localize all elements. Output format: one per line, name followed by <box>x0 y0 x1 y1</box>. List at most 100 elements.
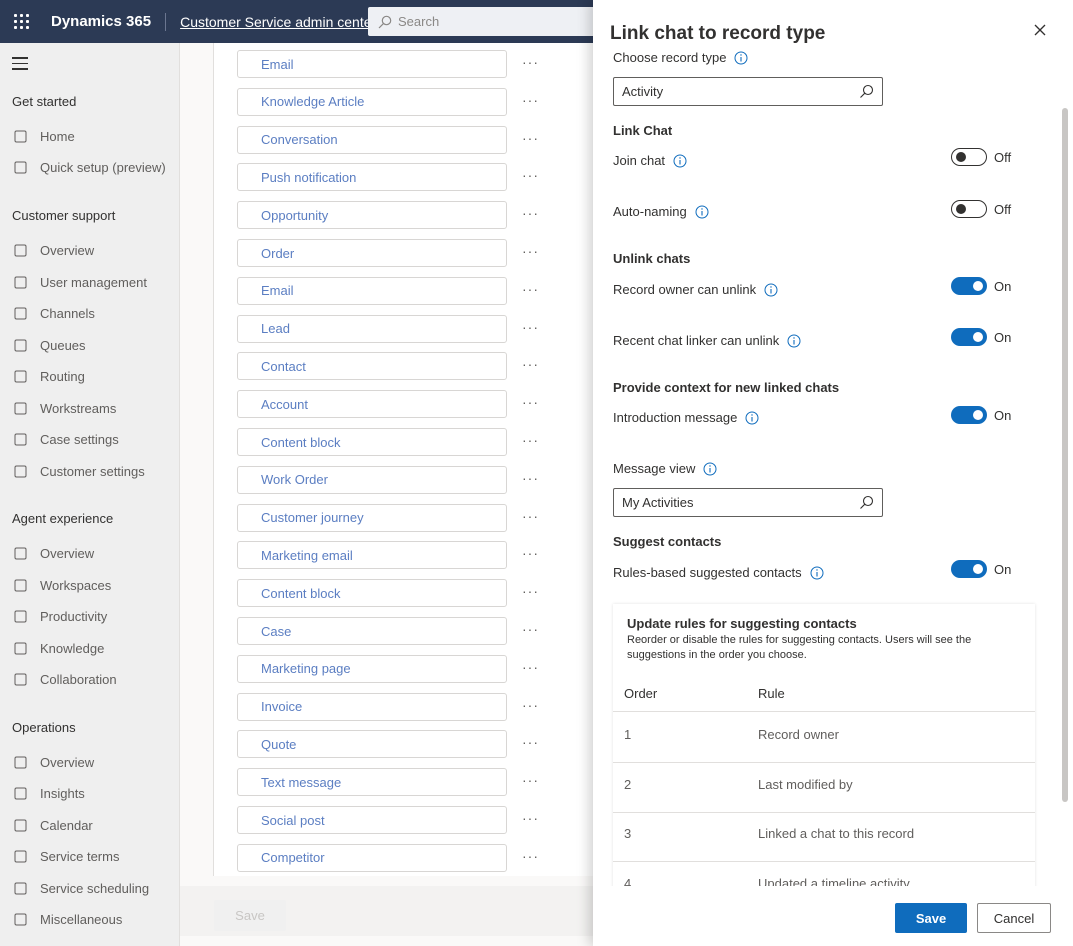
info-icon[interactable] <box>745 411 759 425</box>
app-name-link[interactable]: Customer Service admin center <box>166 14 376 30</box>
record-type-item[interactable]: Customer journey <box>237 503 507 532</box>
record-type-item[interactable]: Contact <box>237 352 507 381</box>
close-icon[interactable] <box>1032 22 1048 38</box>
save-button[interactable]: Save <box>895 903 967 933</box>
nav-item-ae-4[interactable]: Collaboration <box>12 669 117 689</box>
more-options-icon[interactable]: ··· <box>522 622 540 643</box>
more-options-icon[interactable]: ··· <box>522 131 540 152</box>
rule-row[interactable]: 2 Last modified by <box>613 763 1035 813</box>
nav-item-cs-2[interactable]: Channels <box>12 303 95 323</box>
record-type-item[interactable]: Email <box>237 276 507 305</box>
more-options-icon[interactable]: ··· <box>522 849 540 870</box>
rule-row[interactable]: 1 Record owner <box>613 713 1035 763</box>
more-options-icon[interactable]: ··· <box>522 811 540 832</box>
record-type-item[interactable]: Marketing page <box>237 654 507 683</box>
more-options-icon[interactable]: ··· <box>522 93 540 114</box>
nav-item-op-3[interactable]: Service terms <box>12 846 119 866</box>
info-icon[interactable] <box>695 205 709 219</box>
message-view-lookup[interactable]: My Activities <box>613 488 883 517</box>
record-type-item[interactable]: Lead <box>237 314 507 343</box>
record-type-item[interactable]: Quote <box>237 730 507 759</box>
nav-item-op-2[interactable]: Calendar <box>12 815 93 835</box>
info-icon[interactable] <box>787 334 801 348</box>
record-type-item[interactable]: Email <box>237 50 507 78</box>
nav-item-ae-1[interactable]: Workspaces <box>12 575 111 595</box>
search-icon[interactable] <box>859 84 874 99</box>
nav-item-cs-0[interactable]: Overview <box>12 240 94 260</box>
nav-item-cs-6[interactable]: Case settings <box>12 429 119 449</box>
record-type-item[interactable]: Work Order <box>237 465 507 494</box>
nav-item-op-0[interactable]: Overview <box>12 752 94 772</box>
hamburger-menu-icon[interactable] <box>12 57 28 74</box>
rule-row[interactable]: 3 Linked a chat to this record <box>613 812 1035 862</box>
record-type-item[interactable]: Content block <box>237 579 507 608</box>
more-options-icon[interactable]: ··· <box>522 660 540 681</box>
brand-title[interactable]: Dynamics 365 <box>43 12 167 31</box>
record-type-item[interactable]: Text message <box>237 768 507 797</box>
record-type-item[interactable]: Opportunity <box>237 201 507 230</box>
more-options-icon[interactable]: ··· <box>522 395 540 416</box>
record-type-item[interactable]: Push notification <box>237 163 507 192</box>
cancel-button[interactable]: Cancel <box>977 903 1051 933</box>
more-options-icon[interactable]: ··· <box>522 773 540 794</box>
record-type-item[interactable]: Content block <box>237 428 507 456</box>
info-icon[interactable] <box>734 51 748 65</box>
more-options-icon[interactable]: ··· <box>522 168 540 189</box>
info-icon[interactable] <box>810 566 824 580</box>
order-column-header[interactable]: Order <box>624 686 657 701</box>
more-options-icon[interactable]: ··· <box>522 320 540 341</box>
nav-item-ae-0[interactable]: Overview <box>12 543 94 563</box>
nav-item-home[interactable]: Home <box>12 126 75 146</box>
nav-item-quick-setup[interactable]: Quick setup (preview) <box>12 157 166 177</box>
join-chat-toggle[interactable] <box>951 148 987 166</box>
more-options-icon[interactable]: ··· <box>522 433 540 454</box>
nav-item-ae-3[interactable]: Knowledge <box>12 638 104 658</box>
record-owner-unlink-toggle[interactable] <box>951 277 987 295</box>
nav-item-op-4[interactable]: Service scheduling <box>12 878 149 898</box>
intro-message-toggle[interactable] <box>951 406 987 424</box>
more-options-icon[interactable]: ··· <box>522 471 540 492</box>
nav-item-cs-5[interactable]: Workstreams <box>12 398 116 418</box>
nav-item-op-5[interactable]: Miscellaneous <box>12 909 122 929</box>
nav-item-op-1[interactable]: Insights <box>12 783 85 803</box>
panel-scrollbar[interactable] <box>1062 108 1068 802</box>
auto-naming-toggle[interactable] <box>951 200 987 218</box>
record-type-item[interactable]: Invoice <box>237 692 507 721</box>
record-type-item[interactable]: Social post <box>237 806 507 834</box>
main-save-button[interactable]: Save <box>214 900 286 931</box>
more-options-icon[interactable]: ··· <box>522 244 540 265</box>
app-launcher-icon[interactable] <box>0 0 43 43</box>
nav-item-cs-7[interactable]: Customer settings <box>12 461 145 481</box>
more-options-icon[interactable]: ··· <box>522 735 540 756</box>
info-icon[interactable] <box>764 283 778 297</box>
search-icon[interactable] <box>859 495 874 510</box>
record-type-item[interactable]: Order <box>237 239 507 267</box>
more-options-icon[interactable]: ··· <box>522 546 540 567</box>
record-type-item[interactable]: Competitor <box>237 843 507 872</box>
more-options-icon[interactable]: ··· <box>522 509 540 530</box>
search-input[interactable]: Search <box>368 7 608 36</box>
more-options-icon[interactable]: ··· <box>522 206 540 227</box>
nav-item-cs-4[interactable]: Routing <box>12 366 85 386</box>
record-type-item[interactable]: Conversation <box>237 125 507 154</box>
more-options-icon[interactable]: ··· <box>522 584 540 605</box>
record-type-item[interactable]: Marketing email <box>237 541 507 570</box>
nav-section-operations: Operations <box>12 720 76 735</box>
record-type-item[interactable]: Knowledge Article <box>237 87 507 116</box>
record-type-lookup[interactable]: Activity <box>613 77 883 106</box>
rules-based-toggle[interactable] <box>951 560 987 578</box>
nav-item-cs-1[interactable]: User management <box>12 272 147 292</box>
more-options-icon[interactable]: ··· <box>522 55 540 76</box>
record-type-item[interactable]: Account <box>237 390 507 419</box>
nav-item-cs-3[interactable]: Queues <box>12 335 86 355</box>
nav-item-cs-5-icon <box>12 400 28 416</box>
rule-column-header[interactable]: Rule <box>758 686 785 701</box>
more-options-icon[interactable]: ··· <box>522 698 540 719</box>
record-type-item[interactable]: Case <box>237 617 507 645</box>
recent-linker-unlink-toggle[interactable] <box>951 328 987 346</box>
more-options-icon[interactable]: ··· <box>522 357 540 378</box>
info-icon[interactable] <box>673 154 687 168</box>
more-options-icon[interactable]: ··· <box>522 282 540 303</box>
nav-item-ae-2[interactable]: Productivity <box>12 606 107 626</box>
info-icon[interactable] <box>703 462 717 476</box>
